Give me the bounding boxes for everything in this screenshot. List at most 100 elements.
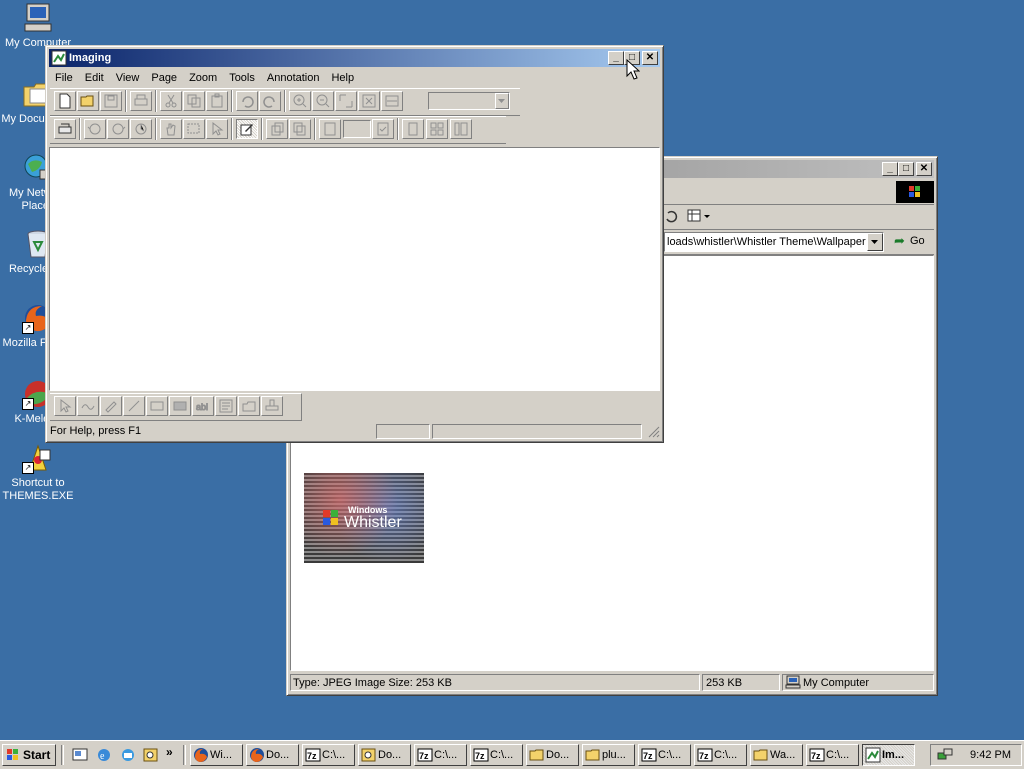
menu-tools[interactable]: Tools: [223, 69, 261, 87]
quick-launch-show-desktop[interactable]: [72, 747, 88, 763]
drag-button[interactable]: [160, 119, 182, 139]
desktop-icon-my-computer[interactable]: My Computer: [0, 2, 76, 50]
address-input[interactable]: loads\whistler\Whistler Theme\Wallpaper: [664, 232, 884, 252]
imaging-window[interactable]: Imaging _ □ ✕ File Edit View Page Zoom Tools A…: [45, 45, 664, 443]
quick-launch-separator: [61, 745, 64, 765]
zoom-combo[interactable]: [428, 92, 510, 110]
print-button[interactable]: [130, 91, 152, 111]
imaging-toolbar-imaging: [50, 116, 506, 144]
close-button[interactable]: ✕: [642, 51, 658, 65]
text-from-file-button[interactable]: [238, 396, 260, 416]
toolbar-separator: [314, 118, 316, 140]
open-button[interactable]: [77, 91, 99, 111]
desktop-icon-themes-shortcut[interactable]: ↗ Shortcut to THEMES.EXE: [0, 442, 76, 503]
freehand-line-button[interactable]: [77, 396, 99, 416]
quick-launch-chevron[interactable]: »: [166, 745, 178, 761]
select-annotation-button[interactable]: [206, 119, 228, 139]
minimize-button[interactable]: _: [882, 162, 898, 176]
annotation-toolbar-button[interactable]: [236, 119, 258, 139]
paste-button[interactable]: [206, 91, 228, 111]
next-page-button[interactable]: [289, 119, 311, 139]
maximize-button[interactable]: □: [898, 162, 914, 176]
image-view-area[interactable]: [49, 147, 660, 391]
taskbar-button[interactable]: Do...: [358, 744, 411, 766]
quick-launch-outlook[interactable]: [120, 747, 136, 763]
straight-line-button[interactable]: [123, 396, 145, 416]
windows-logo-icon: [896, 181, 934, 203]
menu-annotation[interactable]: Annotation: [261, 69, 326, 87]
hollow-rectangle-button[interactable]: [146, 396, 168, 416]
taskbar-button[interactable]: 7z C:\...: [414, 744, 467, 766]
go-button[interactable]: ➦ Go: [892, 233, 932, 251]
thumbnail-view-button[interactable]: [426, 119, 448, 139]
taskbar-button[interactable]: plu...: [582, 744, 635, 766]
annotation-select-button[interactable]: [54, 396, 76, 416]
menu-view[interactable]: View: [110, 69, 146, 87]
page-number-input[interactable]: [343, 120, 371, 138]
rotate-left-button[interactable]: [84, 119, 106, 139]
rotate-full-button[interactable]: [130, 119, 152, 139]
select-image-button[interactable]: [183, 119, 205, 139]
menu-zoom[interactable]: Zoom: [183, 69, 223, 87]
menu-page[interactable]: Page: [145, 69, 183, 87]
tray-network-icon[interactable]: [937, 747, 953, 763]
quick-launch-search[interactable]: [143, 747, 159, 763]
paste-icon: [211, 93, 223, 108]
one-page-view-button[interactable]: [402, 119, 424, 139]
views-button[interactable]: [686, 207, 714, 225]
imaging-toolbar-standard: [50, 88, 520, 116]
zoom-out-button[interactable]: [312, 91, 334, 111]
close-button[interactable]: ✕: [916, 162, 932, 176]
taskbar-button[interactable]: 7z C:\...: [806, 744, 859, 766]
menu-edit[interactable]: Edit: [79, 69, 110, 87]
taskbar-button[interactable]: 7z C:\...: [470, 744, 523, 766]
taskbar-button[interactable]: 7z C:\...: [638, 744, 691, 766]
zoom-in-button[interactable]: [289, 91, 311, 111]
new-button[interactable]: [54, 91, 76, 111]
zoom-combo-dropdown[interactable]: [495, 93, 509, 109]
first-page-button[interactable]: [319, 119, 341, 139]
filled-rectangle-button[interactable]: [169, 396, 191, 416]
text-button[interactable]: abl: [192, 396, 214, 416]
rubber-stamp-button[interactable]: [261, 396, 283, 416]
best-fit-button[interactable]: [358, 91, 380, 111]
taskbar-button[interactable]: 7z C:\...: [302, 744, 355, 766]
cut-button[interactable]: [160, 91, 182, 111]
taskbar-button[interactable]: Wa...: [750, 744, 803, 766]
scan-button[interactable]: [54, 119, 76, 139]
attach-a-note-button[interactable]: [215, 396, 237, 416]
wallpaper-thumbnail[interactable]: Windows Whistler: [304, 473, 424, 563]
copy-button[interactable]: [183, 91, 205, 111]
undo-button[interactable]: [236, 91, 258, 111]
tray-clock[interactable]: 9:42 PM: [970, 749, 1011, 761]
previous-page-button[interactable]: [266, 119, 288, 139]
taskbar-button[interactable]: Im...: [862, 744, 915, 766]
undo-icon: [242, 96, 254, 108]
start-button[interactable]: Start: [2, 744, 56, 766]
quick-launch-ie[interactable]: e: [96, 747, 112, 763]
best-fit-icon: [362, 94, 376, 108]
fit-to-width-button[interactable]: [381, 91, 403, 111]
zoom-to-selection-button[interactable]: [335, 91, 357, 111]
taskbar-button[interactable]: Wi...: [190, 744, 243, 766]
menu-help[interactable]: Help: [325, 69, 360, 87]
taskbar-button[interactable]: Do...: [526, 744, 579, 766]
redo-button[interactable]: [259, 91, 281, 111]
highlighter-button[interactable]: [100, 396, 122, 416]
menu-file[interactable]: File: [49, 69, 79, 87]
page-and-thumbnails-button[interactable]: [450, 119, 472, 139]
outlook-express-icon: [122, 749, 134, 761]
undo-icon[interactable]: [664, 209, 678, 223]
taskbar-button[interactable]: 7z C:\...: [694, 744, 747, 766]
address-dropdown-button[interactable]: [867, 233, 883, 251]
mouse-cursor-icon: [626, 58, 641, 81]
minimize-button[interactable]: _: [608, 51, 624, 65]
freehand-icon: [81, 404, 95, 410]
save-button[interactable]: [100, 91, 122, 111]
last-page-button[interactable]: [372, 119, 394, 139]
taskbar-button[interactable]: Do...: [246, 744, 299, 766]
resize-grip-icon[interactable]: [647, 425, 660, 438]
rotate-right-button[interactable]: [107, 119, 129, 139]
imaging-titlebar[interactable]: Imaging _ □ ✕: [49, 49, 660, 67]
7zip-icon: 7z: [641, 747, 657, 763]
